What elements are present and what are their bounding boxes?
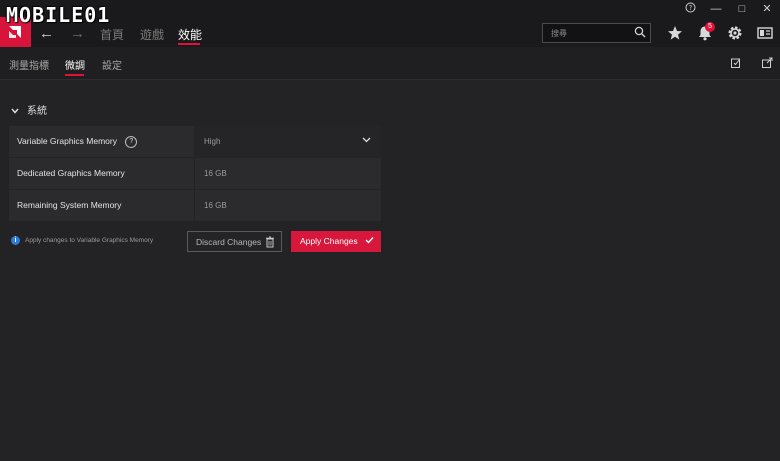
tab-home[interactable]: 首頁 (100, 26, 124, 43)
section-header-system[interactable]: 系統 (11, 102, 47, 117)
star-icon[interactable] (666, 24, 684, 42)
apply-label: Apply Changes (300, 236, 358, 246)
subtab-tuning[interactable]: 微調 (65, 57, 85, 72)
svg-text:?: ? (688, 4, 692, 12)
back-arrow-icon[interactable]: ← (39, 25, 54, 42)
info-icon: i (11, 236, 20, 245)
search-input[interactable] (543, 24, 635, 42)
help-icon[interactable]: ? (125, 135, 138, 148)
dropdown-value: High (204, 137, 221, 146)
maximize-button[interactable]: □ (732, 2, 752, 16)
watermark: MOBILE01 (6, 3, 111, 27)
discard-changes-button[interactable]: Discard Changes (187, 231, 282, 252)
tab-games[interactable]: 遊戲 (140, 26, 164, 43)
amd-logo-icon (9, 26, 21, 38)
setting-label: Variable Graphics Memory ? (9, 126, 194, 157)
help-circle-icon: ? (685, 2, 695, 13)
info-text: Apply changes to Variable Graphics Memor… (25, 237, 154, 245)
trash-icon (266, 236, 274, 248)
settings-table: Variable Graphics Memory ? High Dedicate… (9, 126, 381, 222)
section-title: 系統 (27, 106, 47, 117)
setting-row-variable-graphics-memory: Variable Graphics Memory ? High (9, 126, 381, 157)
edit-profile-icon[interactable] (730, 57, 742, 69)
notification-badge: 5 (705, 22, 715, 32)
checkmark-icon (365, 237, 374, 244)
setting-label: Dedicated Graphics Memory (9, 158, 194, 189)
chevron-down-icon (362, 137, 371, 143)
help-window-button[interactable]: ? (680, 2, 700, 16)
chevron-down-icon (11, 106, 19, 117)
info-message: i Apply changes to Variable Graphics Memo… (11, 236, 153, 245)
search-icon[interactable] (634, 26, 646, 38)
apply-changes-button[interactable]: Apply Changes (291, 231, 381, 252)
active-tab-indicator (178, 43, 200, 45)
subtab-settings[interactable]: 設定 (102, 57, 122, 72)
setting-value: 16 GB (195, 190, 381, 221)
minimize-button[interactable]: — (706, 2, 726, 16)
gear-icon[interactable] (726, 24, 744, 42)
setting-label-text: Variable Graphics Memory (17, 136, 117, 146)
discard-label: Discard Changes (196, 237, 262, 247)
variable-graphics-memory-dropdown[interactable]: High (195, 126, 381, 157)
setting-label: Remaining System Memory (9, 190, 194, 221)
export-icon[interactable] (761, 57, 773, 69)
forward-arrow-icon[interactable]: → (70, 25, 85, 42)
tab-performance[interactable]: 效能 (178, 26, 202, 43)
setting-row-dedicated-graphics-memory: Dedicated Graphics Memory 16 GB (9, 158, 381, 189)
search-box[interactable] (542, 23, 651, 43)
setting-row-remaining-system-memory: Remaining System Memory 16 GB (9, 190, 381, 221)
subtab-metrics[interactable]: 測量指標 (9, 57, 49, 72)
active-subtab-indicator (65, 74, 84, 76)
close-button[interactable]: ✕ (757, 2, 777, 16)
setting-value: 16 GB (195, 158, 381, 189)
panel-layout-icon[interactable] (756, 24, 774, 42)
